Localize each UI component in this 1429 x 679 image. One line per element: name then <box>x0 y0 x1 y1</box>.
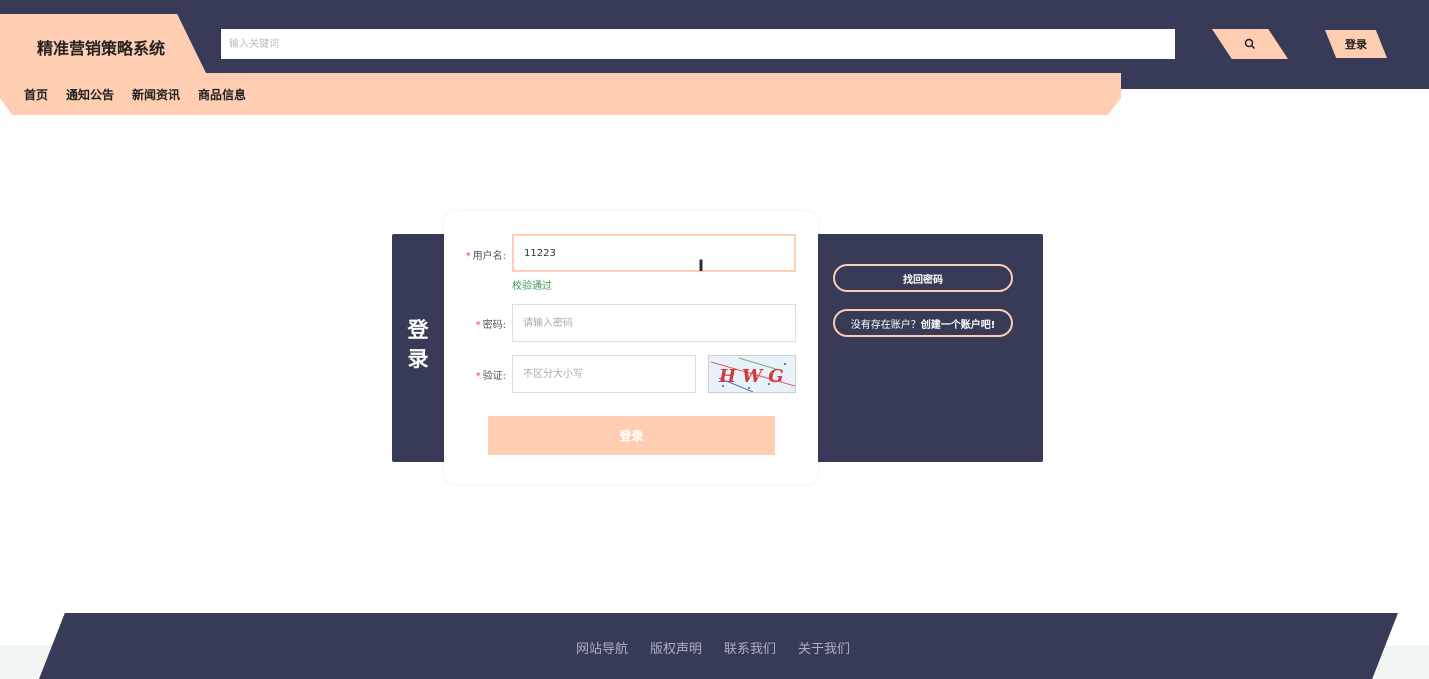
register-button[interactable]: 没有存在账户？ 创建一个账户吧! <box>833 309 1013 337</box>
main-nav: 首页 通知公告 新闻资讯 商品信息 <box>24 86 264 103</box>
username-validation-hint: 校验通过 <box>512 281 552 292</box>
site-title: 精准营销策略系统 <box>37 39 166 58</box>
password-label: * 密码: <box>475 320 506 331</box>
footer-link-sitemap[interactable]: 网站导航 <box>576 638 628 657</box>
nav-item-products[interactable]: 商品信息 <box>198 86 246 103</box>
nav-item-news[interactable]: 新闻资讯 <box>132 86 180 103</box>
footer-link-copyright[interactable]: 版权声明 <box>650 638 702 657</box>
password-input[interactable] <box>512 304 796 342</box>
username-input[interactable] <box>512 234 796 272</box>
search-icon <box>1244 38 1256 50</box>
captcha-image[interactable]: HWG <box>708 355 796 393</box>
footer-link-about[interactable]: 关于我们 <box>798 638 850 657</box>
footer-link-contact[interactable]: 联系我们 <box>724 638 776 657</box>
captcha-input[interactable] <box>512 355 696 393</box>
nav-item-notices[interactable]: 通知公告 <box>66 86 114 103</box>
nav-item-home[interactable]: 首页 <box>24 86 48 103</box>
login-side-title: 登录 <box>407 318 429 371</box>
footer-links: 网站导航 版权声明 联系我们 关于我们 <box>576 638 872 657</box>
captcha-text: HWG <box>718 366 790 387</box>
captcha-label: * 验证: <box>475 371 506 382</box>
search-input[interactable] <box>221 29 1175 59</box>
text-cursor-icon: I <box>698 256 704 275</box>
login-submit-button[interactable]: 登录 <box>488 416 775 455</box>
username-label: * 用户名: <box>465 251 506 262</box>
forgot-password-button[interactable]: 找回密码 <box>833 264 1013 292</box>
